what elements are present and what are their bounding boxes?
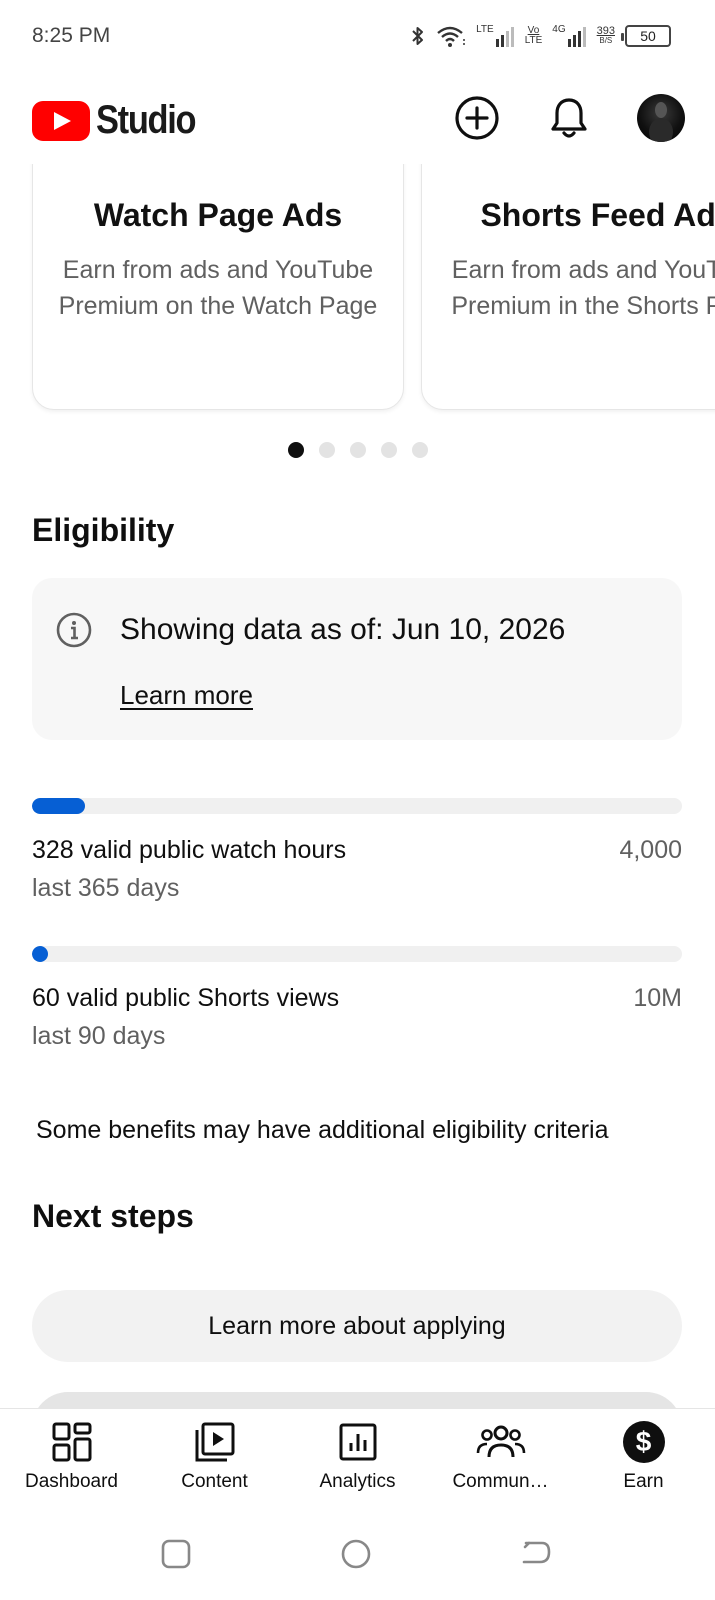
nav-label: Analytics [319, 1471, 396, 1492]
back-arrow-icon [522, 1541, 551, 1564]
status-icons: LTE Vo LTE 4G 393 B/S 50 [410, 20, 671, 52]
square-icon [161, 1539, 191, 1569]
bottom-navigation: Dashboard Content Analytics Commun… $ Ea… [0, 1408, 715, 1508]
system-navigation-bar [0, 1508, 715, 1600]
status-bar: 8:25 PM LTE Vo LTE 4G 393 B/S 50 [0, 0, 715, 72]
metric-label: 60 valid public Shorts views [32, 984, 340, 1012]
carousel-dot[interactable] [349, 442, 366, 458]
metric-target: 10M [633, 984, 682, 1012]
learn-more-link[interactable]: Learn more [120, 680, 253, 711]
carousel-dot[interactable] [411, 442, 428, 458]
nav-analytics[interactable]: Analytics [286, 1409, 429, 1508]
eligibility-note: Some benefits may have additional eligib… [36, 1116, 609, 1144]
nav-label: Earn [623, 1471, 664, 1492]
nav-label: Content [181, 1471, 248, 1492]
shorts-views-metric: 60 valid public Shorts views 10M last 90… [32, 946, 682, 1056]
carousel-card-watch-page-ads[interactable]: Watch Page Ads Earn from ads and YouTube… [32, 164, 404, 410]
nav-earn[interactable]: $ Earn [572, 1409, 715, 1508]
battery-icon: 50 [621, 25, 671, 47]
carousel-dot[interactable] [318, 442, 335, 458]
benefits-carousel[interactable]: Watch Page Ads Earn from ads and YouTube… [0, 164, 715, 424]
watch-hours-progress-fill [32, 798, 85, 814]
metric-period: last 90 days [32, 1022, 166, 1050]
learn-more-about-applying-button[interactable]: Learn more about applying [32, 1290, 682, 1362]
wifi-icon [436, 24, 466, 48]
back-button[interactable] [520, 1538, 552, 1575]
dollar-icon: $ [622, 1421, 665, 1463]
next-steps-heading: Next steps [32, 1198, 194, 1234]
card-title: Shorts Feed Ads [480, 197, 715, 233]
eligibility-heading: Eligibility [32, 512, 175, 548]
nav-label: Dashboard [25, 1471, 118, 1492]
shorts-views-progress-bar [32, 946, 682, 962]
signal-1-icon: LTE [476, 25, 515, 47]
carousel-card-shorts-feed-ads[interactable]: Shorts Feed Ads Earn from ads and YouTub… [421, 164, 715, 410]
youtube-play-icon [32, 100, 90, 141]
app-bar: Studio [0, 72, 715, 164]
data-speed: 393 B/S [596, 25, 615, 46]
card-description: Earn from ads and YouTube Premium on the… [58, 256, 378, 320]
bell-icon [551, 98, 587, 138]
signal-2-icon: 4G [552, 25, 586, 47]
data-as-of-text: Showing data as of: Jun 10, 2026 [120, 613, 566, 646]
metric-period: last 365 days [32, 874, 180, 902]
watch-hours-progress-bar [32, 798, 682, 814]
carousel-dot[interactable] [287, 442, 304, 458]
create-button[interactable] [453, 94, 501, 142]
earn-icon: $ [622, 1421, 665, 1463]
notifications-button[interactable] [545, 94, 593, 142]
nav-label: Commun… [452, 1471, 549, 1492]
shorts-views-progress-fill [32, 946, 48, 962]
metric-label: 328 valid public watch hours [32, 836, 347, 864]
nav-dashboard[interactable]: Dashboard [0, 1409, 143, 1508]
analytics-icon [337, 1421, 379, 1463]
circle-icon [341, 1539, 371, 1569]
recents-button[interactable] [160, 1538, 192, 1575]
carousel-pagination [0, 442, 715, 458]
watch-hours-metric: 328 valid public watch hours 4,000 last … [32, 798, 682, 908]
dashboard-icon [51, 1421, 93, 1463]
volte-icon: Vo LTE [524, 25, 543, 46]
info-icon [56, 612, 92, 653]
status-time: 8:25 PM [32, 24, 111, 47]
content-icon [194, 1421, 236, 1463]
app-bar-actions [453, 94, 685, 142]
plus-circle-icon [455, 96, 499, 140]
nav-community[interactable]: Commun… [429, 1409, 572, 1508]
nav-content[interactable]: Content [143, 1409, 286, 1508]
card-description: Earn from ads and YouTube Premium in the… [451, 256, 715, 320]
youtube-studio-logo[interactable]: Studio [32, 98, 211, 143]
community-icon [476, 1421, 526, 1463]
metric-target: 4,000 [619, 836, 682, 864]
data-info-box: Showing data as of: Jun 10, 2026 Learn m… [32, 578, 682, 740]
carousel-dot[interactable] [380, 442, 397, 458]
bluetooth-icon [410, 24, 426, 48]
card-title: Watch Page Ads [93, 197, 343, 233]
logo-text: Studio [96, 98, 197, 142]
home-button[interactable] [340, 1538, 372, 1575]
avatar[interactable] [637, 94, 685, 142]
